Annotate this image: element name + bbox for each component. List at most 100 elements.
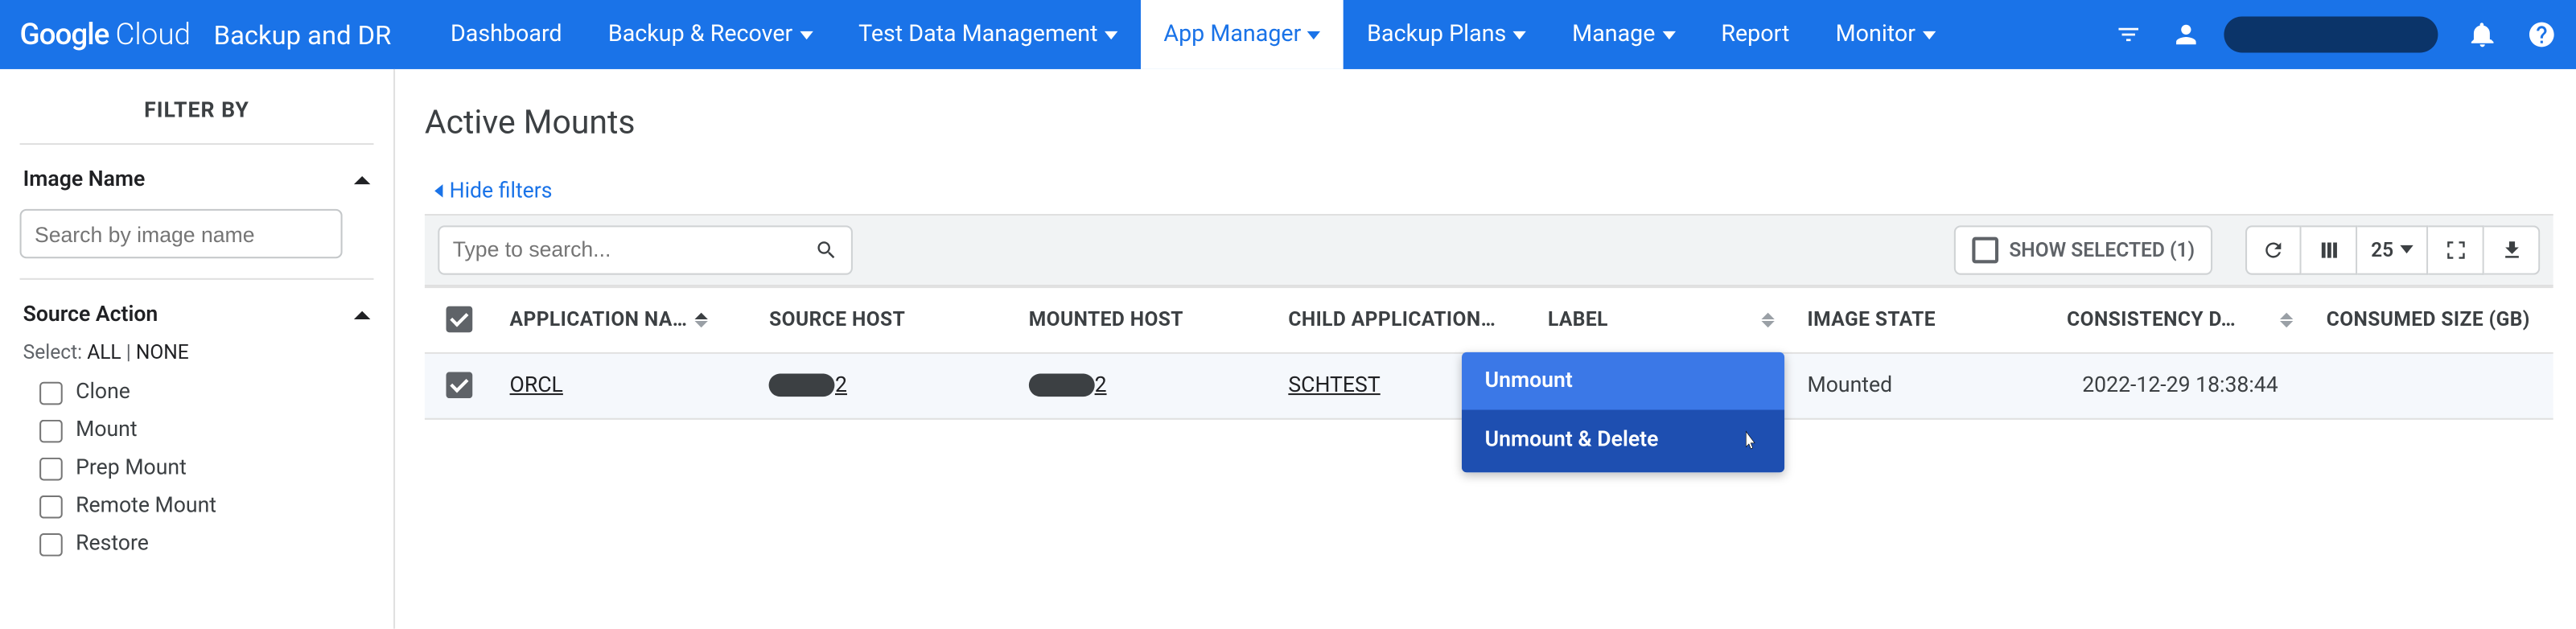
- nav-backup-plans[interactable]: Backup Plans: [1344, 0, 1549, 69]
- row-checkbox[interactable]: [425, 372, 493, 398]
- nav-backup-recover[interactable]: Backup & Recover: [585, 0, 835, 69]
- nav-monitor[interactable]: Monitor: [1813, 0, 1958, 69]
- menu-item-unmount[interactable]: Unmount: [1462, 352, 1784, 409]
- chevron-up-icon: [354, 176, 370, 184]
- filter-section-image-name: Image Name: [20, 145, 374, 280]
- header-text: LABEL: [1548, 308, 1608, 331]
- filter-input-wrap: [20, 209, 343, 258]
- checkbox-icon: [446, 306, 472, 333]
- nav-manage[interactable]: Manage: [1549, 0, 1698, 69]
- nav-test-data[interactable]: Test Data Management: [835, 0, 1140, 69]
- nav-report[interactable]: Report: [1698, 0, 1813, 69]
- header-text: SOURCE HOST: [769, 308, 905, 331]
- child-app-link[interactable]: SCHTEST: [1288, 372, 1380, 397]
- page-size-select[interactable]: 25: [2358, 224, 2428, 273]
- page-title: Active Mounts: [425, 102, 2553, 142]
- menu-label: Unmount: [1485, 368, 1573, 393]
- header-image-state[interactable]: IMAGE STATE: [1791, 308, 2051, 331]
- toolbar-right: SHOW SELECTED (1) 25: [1955, 224, 2540, 273]
- header-text: CONSUMED SIZE (GB): [2327, 308, 2530, 331]
- filter-head-source-action[interactable]: Source Action: [20, 296, 374, 334]
- nav-label: Report: [1721, 22, 1789, 48]
- header-consumed-size[interactable]: CONSUMED SIZE (GB): [2310, 308, 2553, 331]
- search-box[interactable]: [438, 224, 853, 273]
- context-menu: Unmount Unmount & Delete: [1462, 352, 1784, 471]
- select-none-link[interactable]: NONE: [136, 341, 189, 364]
- filter-section-source-action: Source Action Select: ALL | NONE Clone M…: [20, 280, 374, 579]
- page-size-value: 25: [2371, 238, 2393, 261]
- text-suffix: 2: [835, 372, 847, 397]
- menu-label: Unmount & Delete: [1485, 428, 1659, 453]
- cursor-icon: [1739, 426, 1762, 455]
- user-icon[interactable]: [2171, 20, 2201, 50]
- sidebar: FILTER BY Image Name Source Action Selec…: [0, 69, 395, 629]
- header-checkbox[interactable]: [425, 306, 493, 333]
- brand-cloud: Cloud: [115, 17, 191, 51]
- checkbox[interactable]: [39, 532, 63, 556]
- filter-icon[interactable]: [2115, 22, 2142, 48]
- select-prefix: Select:: [23, 341, 82, 364]
- product-name: Backup and DR: [214, 19, 392, 51]
- download-button[interactable]: [2484, 224, 2541, 273]
- text-suffix: 2: [1095, 372, 1107, 397]
- search-icon[interactable]: [815, 238, 838, 261]
- checkbox-icon: [446, 372, 472, 398]
- separator: |: [126, 341, 136, 364]
- columns-button[interactable]: [2302, 224, 2358, 273]
- checkbox-label: Mount: [76, 418, 137, 443]
- menu-item-unmount-delete[interactable]: Unmount & Delete: [1462, 409, 1784, 471]
- show-selected-button[interactable]: SHOW SELECTED (1): [1955, 224, 2213, 273]
- nav-dashboard[interactable]: Dashboard: [427, 0, 585, 69]
- checkbox[interactable]: [39, 381, 63, 405]
- header-mounted-host[interactable]: MOUNTED HOST: [1012, 308, 1272, 331]
- checkbox-restore[interactable]: Restore: [20, 525, 374, 563]
- header-text: MOUNTED HOST: [1029, 308, 1183, 331]
- header-child-application[interactable]: CHILD APPLICATION…: [1272, 308, 1532, 331]
- state-text: Mounted: [1808, 372, 1893, 397]
- header-text: CONSISTENCY D…: [2067, 308, 2236, 331]
- mounted-host-link[interactable]: 2: [1029, 372, 1107, 397]
- nav-label: Backup & Recover: [608, 22, 792, 48]
- source-host-link[interactable]: 2: [769, 372, 847, 397]
- table-search-input[interactable]: [453, 237, 815, 262]
- hide-filters-link[interactable]: Hide filters: [434, 179, 552, 204]
- table-row[interactable]: ORCL 2 2 SCHTEST Schema Change Test Moun…: [425, 353, 2553, 419]
- header-text: APPLICATION NA…: [510, 308, 688, 331]
- checkbox-mount[interactable]: Mount: [20, 412, 374, 450]
- refresh-button[interactable]: [2246, 224, 2302, 273]
- sort-icon: [694, 312, 707, 327]
- nav-label: App Manager: [1163, 22, 1301, 48]
- select-line: Select: ALL | NONE: [20, 334, 374, 373]
- nav-label: Test Data Management: [858, 22, 1097, 48]
- checkbox-clone[interactable]: Clone: [20, 373, 374, 411]
- columns-icon: [2318, 238, 2341, 261]
- filter-label: Image Name: [23, 168, 146, 193]
- filter-head-image-name[interactable]: Image Name: [20, 162, 374, 199]
- checkbox-prep-mount[interactable]: Prep Mount: [20, 450, 374, 487]
- nav-label: Manage: [1572, 22, 1655, 48]
- checkbox-label: Prep Mount: [76, 456, 187, 481]
- checkbox-remote-mount[interactable]: Remote Mount: [20, 487, 374, 525]
- cell-source-host: 2: [753, 372, 1013, 397]
- chevron-down-icon: [1922, 31, 1935, 39]
- header-application-name[interactable]: APPLICATION NA…: [493, 308, 753, 331]
- nav-label: Monitor: [1836, 22, 1916, 48]
- bell-icon[interactable]: [2467, 20, 2497, 50]
- header-label[interactable]: LABEL: [1531, 308, 1791, 331]
- fullscreen-button[interactable]: [2428, 224, 2484, 273]
- header-consistency-date[interactable]: CONSISTENCY D…: [2051, 308, 2311, 331]
- user-name-redacted: [2224, 16, 2438, 52]
- checkbox[interactable]: [39, 419, 63, 442]
- image-name-search-input[interactable]: [20, 209, 343, 258]
- application-link[interactable]: ORCL: [510, 372, 563, 397]
- checkbox[interactable]: [39, 457, 63, 480]
- chevron-down-icon: [1105, 31, 1117, 39]
- header-source-host[interactable]: SOURCE HOST: [753, 308, 1013, 331]
- chevron-up-icon: [354, 311, 370, 319]
- select-all-link[interactable]: ALL: [87, 341, 121, 364]
- checkbox[interactable]: [39, 495, 63, 518]
- cell-consistency-date: 2022-12-29 18:38:44: [2051, 372, 2311, 397]
- chevron-down-icon: [799, 31, 812, 39]
- help-icon[interactable]: [2527, 20, 2557, 50]
- nav-app-manager[interactable]: App Manager: [1141, 0, 1344, 69]
